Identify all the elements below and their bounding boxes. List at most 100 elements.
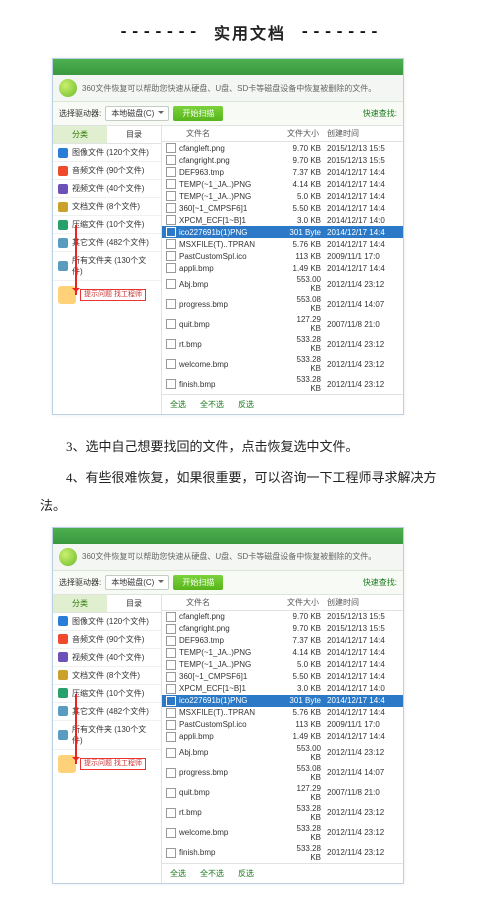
table-row[interactable]: PastCustomSpl.ico113 KB2009/11/1 17:0 xyxy=(162,719,403,731)
sidebar-item[interactable]: 文档文件 (8个文件) xyxy=(53,198,161,216)
row-checkbox[interactable] xyxy=(166,660,176,670)
sidebar-item[interactable]: 所有文件夹 (130个文件) xyxy=(53,721,161,750)
row-checkbox[interactable] xyxy=(166,720,176,730)
table-row[interactable]: TEMP(~1_JA..)PNG4.14 KB2014/12/17 14:4 xyxy=(162,178,403,190)
table-row[interactable]: quit.bmp127.29 KB2007/11/8 21:0 xyxy=(162,314,403,334)
table-row[interactable]: TEMP(~1_JA..)PNG4.14 KB2014/12/17 14:4 xyxy=(162,647,403,659)
scan-label: 选择驱动器: xyxy=(59,108,101,119)
table-row[interactable]: welcome.bmp533.28 KB2012/11/4 23:12 xyxy=(162,354,403,374)
row-checkbox[interactable] xyxy=(166,808,176,818)
row-checkbox[interactable] xyxy=(166,624,176,634)
table-row[interactable]: TEMP(~1_JA..)PNG5.0 KB2014/12/17 14:4 xyxy=(162,659,403,671)
row-checkbox[interactable] xyxy=(166,299,176,309)
row-checkbox[interactable] xyxy=(166,379,176,389)
table-row[interactable]: rt.bmp533.28 KB2012/11/4 23:12 xyxy=(162,803,403,823)
sidebar-item[interactable]: 视频文件 (40个文件) xyxy=(53,180,161,198)
row-checkbox[interactable] xyxy=(166,732,176,742)
table-row[interactable]: 360[~1_CMPSF6]15.50 KB2014/12/17 14:4 xyxy=(162,202,403,214)
table-row[interactable]: MSXFILE(T)..TPRAN5.76 KB2014/12/17 14:4 xyxy=(162,707,403,719)
table-row[interactable]: XPCM_ECF[1~B]13.0 KB2014/12/17 14:0 xyxy=(162,214,403,226)
row-checkbox[interactable] xyxy=(166,672,176,682)
sidebar-item[interactable]: 音频文件 (90个文件) xyxy=(53,631,161,649)
row-checkbox[interactable] xyxy=(166,215,176,225)
row-checkbox[interactable] xyxy=(166,319,176,329)
engineer-help-button[interactable]: 提示问题 找工程师 xyxy=(80,758,146,770)
row-checkbox[interactable] xyxy=(166,648,176,658)
row-checkbox[interactable] xyxy=(166,191,176,201)
table-row[interactable]: finish.bmp533.28 KB2012/11/4 23:12 xyxy=(162,843,403,863)
row-checkbox[interactable] xyxy=(166,848,176,858)
drive-select[interactable]: 本地磁盘(C) xyxy=(105,575,169,590)
sidebar-item[interactable]: 所有文件夹 (130个文件) xyxy=(53,252,161,281)
table-row[interactable]: rt.bmp533.28 KB2012/11/4 23:12 xyxy=(162,334,403,354)
row-checkbox[interactable] xyxy=(166,143,176,153)
table-row[interactable]: Abj.bmp553.00 KB2012/11/4 23:12 xyxy=(162,274,403,294)
sidebar-item[interactable]: 音频文件 (90个文件) xyxy=(53,162,161,180)
row-checkbox[interactable] xyxy=(166,748,176,758)
table-row[interactable]: quit.bmp127.29 KB2007/11/8 21:0 xyxy=(162,783,403,803)
row-checkbox[interactable] xyxy=(166,263,176,273)
drive-select[interactable]: 本地磁盘(C) xyxy=(105,106,169,121)
row-checkbox[interactable] xyxy=(166,828,176,838)
row-checkbox[interactable] xyxy=(166,239,176,249)
scan-button[interactable]: 开始扫描 xyxy=(173,575,223,590)
row-checkbox[interactable] xyxy=(166,339,176,349)
row-checkbox[interactable] xyxy=(166,251,176,261)
tab-directory[interactable]: 目录 xyxy=(107,126,161,143)
sidebar: 分类 目录 图像文件 (120个文件)音频文件 (90个文件)视频文件 (40个… xyxy=(53,595,162,883)
table-row[interactable]: TEMP(~1_JA..)PNG5.0 KB2014/12/17 14:4 xyxy=(162,190,403,202)
sidebar-item[interactable]: 压缩文件 (10个文件) xyxy=(53,685,161,703)
table-row[interactable]: cfangleft.png9.70 KB2015/12/13 15:5 xyxy=(162,611,403,623)
table-row[interactable]: cfangright.png9.70 KB2015/12/13 15:5 xyxy=(162,154,403,166)
row-checkbox[interactable] xyxy=(166,788,176,798)
row-checkbox[interactable] xyxy=(166,155,176,165)
table-row[interactable]: PastCustomSpl.ico113 KB2009/11/1 17:0 xyxy=(162,250,403,262)
table-row[interactable]: progress.bmp553.08 KB2012/11/4 14:07 xyxy=(162,763,403,783)
sidebar-item[interactable]: 其它文件 (482个文件) xyxy=(53,703,161,721)
scan-button[interactable]: 开始扫描 xyxy=(173,106,223,121)
table-row[interactable]: Abj.bmp553.00 KB2012/11/4 23:12 xyxy=(162,743,403,763)
row-checkbox[interactable] xyxy=(166,684,176,694)
table-row[interactable]: progress.bmp553.08 KB2012/11/4 14:07 xyxy=(162,294,403,314)
table-row[interactable]: XPCM_ECF[1~B]13.0 KB2014/12/17 14:0 xyxy=(162,683,403,695)
sidebar-item[interactable]: 其它文件 (482个文件) xyxy=(53,234,161,252)
table-row[interactable]: welcome.bmp533.28 KB2012/11/4 23:12 xyxy=(162,823,403,843)
row-checkbox[interactable] xyxy=(166,359,176,369)
table-row[interactable]: appli.bmp1.49 KB2014/12/17 14:4 xyxy=(162,262,403,274)
table-row[interactable]: ico227691b(1)PNG301 Byte2014/12/17 14:4 xyxy=(162,226,403,238)
tab-directory[interactable]: 目录 xyxy=(107,595,161,612)
sidebar-item[interactable]: 视频文件 (40个文件) xyxy=(53,649,161,667)
row-checkbox[interactable] xyxy=(166,612,176,622)
select-all-link[interactable]: 全选 xyxy=(170,868,186,879)
row-checkbox[interactable] xyxy=(166,279,176,289)
select-all-link[interactable]: 全选 xyxy=(170,399,186,410)
sidebar-item[interactable]: 图像文件 (120个文件) xyxy=(53,613,161,631)
row-checkbox[interactable] xyxy=(166,179,176,189)
sidebar-item[interactable]: 压缩文件 (10个文件) xyxy=(53,216,161,234)
table-row[interactable]: cfangright.png9.70 KB2015/12/13 15:5 xyxy=(162,623,403,635)
select-none-link[interactable]: 全不选 xyxy=(200,868,224,879)
table-row[interactable]: DEF963.tmp7.37 KB2014/12/17 14:4 xyxy=(162,635,403,647)
row-checkbox[interactable] xyxy=(166,768,176,778)
tab-category[interactable]: 分类 xyxy=(53,595,107,612)
select-none-link[interactable]: 全不选 xyxy=(200,399,224,410)
select-invert-link[interactable]: 反选 xyxy=(238,868,254,879)
row-checkbox[interactable] xyxy=(166,708,176,718)
table-row[interactable]: 360[~1_CMPSF6]15.50 KB2014/12/17 14:4 xyxy=(162,671,403,683)
row-checkbox[interactable] xyxy=(166,636,176,646)
sidebar-item[interactable]: 图像文件 (120个文件) xyxy=(53,144,161,162)
select-invert-link[interactable]: 反选 xyxy=(238,399,254,410)
table-row[interactable]: ico227691b(1)PNG301 Byte2014/12/17 14:4 xyxy=(162,695,403,707)
row-checkbox[interactable] xyxy=(166,203,176,213)
table-row[interactable]: MSXFILE(T)..TPRAN5.76 KB2014/12/17 14:4 xyxy=(162,238,403,250)
table-row[interactable]: cfangleft.png9.70 KB2015/12/13 15:5 xyxy=(162,142,403,154)
sidebar-item[interactable]: 文档文件 (8个文件) xyxy=(53,667,161,685)
table-row[interactable]: finish.bmp533.28 KB2012/11/4 23:12 xyxy=(162,374,403,394)
row-checkbox[interactable] xyxy=(166,696,176,706)
tab-category[interactable]: 分类 xyxy=(53,126,107,143)
engineer-help-button[interactable]: 提示问题 找工程师 xyxy=(80,289,146,301)
row-checkbox[interactable] xyxy=(166,227,176,237)
row-checkbox[interactable] xyxy=(166,167,176,177)
table-row[interactable]: appli.bmp1.49 KB2014/12/17 14:4 xyxy=(162,731,403,743)
table-row[interactable]: DEF963.tmp7.37 KB2014/12/17 14:4 xyxy=(162,166,403,178)
